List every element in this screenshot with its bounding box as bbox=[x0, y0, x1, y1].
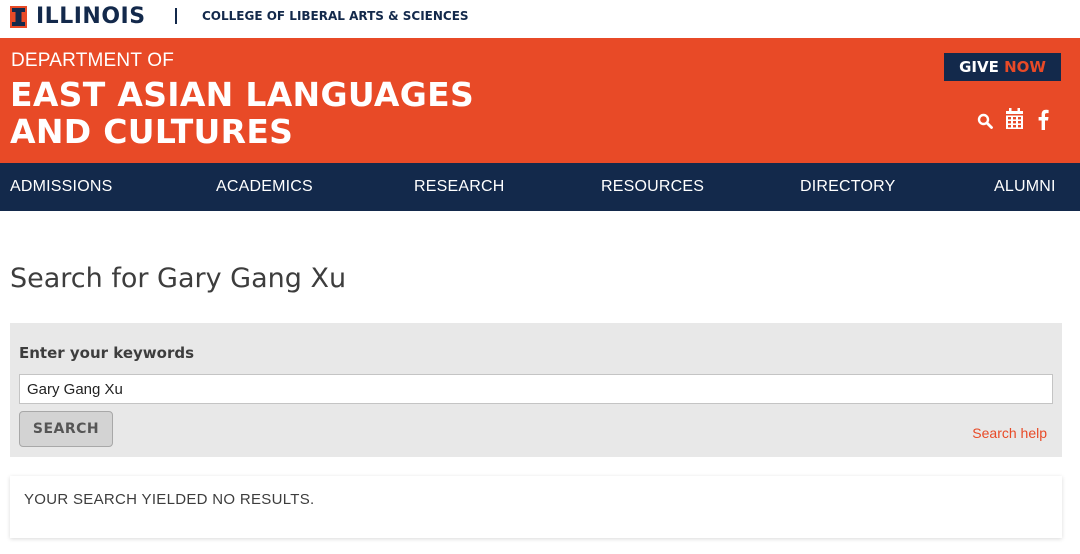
department-name[interactable]: EAST ASIAN LANGUAGES AND CULTURES bbox=[10, 76, 474, 150]
illinois-wordmark[interactable]: ILLINOIS bbox=[36, 4, 146, 29]
nav-item-academics[interactable]: ACADEMICS bbox=[216, 178, 313, 196]
department-header: DEPARTMENT OF EAST ASIAN LANGUAGES AND C… bbox=[0, 38, 1080, 163]
facebook-icon[interactable] bbox=[1037, 108, 1049, 134]
give-now-button[interactable]: GIVE NOW bbox=[944, 53, 1061, 81]
page-title: Search for Gary Gang Xu bbox=[10, 263, 347, 294]
university-brand-bar: ILLINOIS COLLEGE OF LIBERAL ARTS & SCIEN… bbox=[0, 0, 1080, 38]
brand-separator bbox=[175, 8, 177, 24]
search-results-box: YOUR SEARCH YIELDED NO RESULTS. bbox=[10, 476, 1062, 538]
nav-item-alumni[interactable]: ALUMNI bbox=[994, 178, 1056, 196]
nav-item-resources[interactable]: RESOURCES bbox=[601, 178, 704, 196]
give-now-label: NOW bbox=[1004, 58, 1046, 76]
nav-item-admissions[interactable]: ADMISSIONS bbox=[10, 178, 112, 196]
main-navigation: ADMISSIONS ACADEMICS RESEARCH RESOURCES … bbox=[0, 163, 1080, 211]
give-label: GIVE bbox=[959, 58, 999, 76]
search-help-link[interactable]: Search help bbox=[972, 425, 1047, 441]
calendar-icon[interactable] bbox=[1005, 108, 1024, 134]
block-i-logo[interactable] bbox=[10, 6, 27, 28]
search-form-panel: Enter your keywords SEARCH Search help bbox=[10, 323, 1062, 457]
department-prefix[interactable]: DEPARTMENT OF bbox=[11, 50, 174, 72]
keywords-label: Enter your keywords bbox=[19, 344, 195, 362]
header-icon-group bbox=[975, 108, 1055, 134]
nav-item-research[interactable]: RESEARCH bbox=[414, 178, 505, 196]
department-name-line2: AND CULTURES bbox=[10, 112, 294, 151]
department-name-line1: EAST ASIAN LANGUAGES bbox=[10, 75, 475, 114]
no-results-message: YOUR SEARCH YIELDED NO RESULTS. bbox=[24, 491, 315, 508]
search-icon[interactable] bbox=[977, 113, 993, 133]
keywords-input[interactable] bbox=[19, 374, 1053, 404]
search-button[interactable]: SEARCH bbox=[19, 411, 113, 447]
nav-item-directory[interactable]: DIRECTORY bbox=[800, 178, 895, 196]
college-link[interactable]: COLLEGE OF LIBERAL ARTS & SCIENCES bbox=[202, 9, 469, 23]
